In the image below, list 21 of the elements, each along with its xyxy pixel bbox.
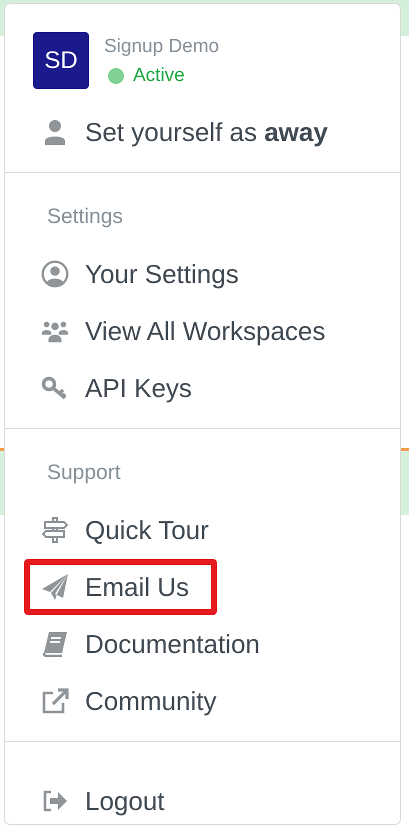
menu-item[interactable]: Logout — [24, 772, 193, 828]
paper-plane-icon — [41, 572, 69, 600]
status-label: Active — [133, 65, 185, 87]
menu-item[interactable]: Your Settings — [24, 246, 267, 302]
avatar: SD — [33, 32, 89, 89]
user-name: Signup Demo — [104, 35, 220, 59]
menu-item[interactable]: Email Us — [24, 558, 218, 614]
menu-item[interactable]: API Keys — [24, 360, 220, 416]
menu-item[interactable]: View All Workspaces — [24, 302, 354, 358]
menu-item[interactable]: Set yourself as away — [24, 104, 356, 160]
menu-item[interactable]: Community — [24, 672, 244, 728]
signpost-icon — [41, 516, 69, 542]
sign-out-icon — [41, 788, 69, 812]
menu-item[interactable]: Quick Tour — [24, 502, 237, 558]
section-label: Support — [47, 460, 122, 486]
menu-item[interactable]: Documentation — [24, 616, 288, 672]
section-label: Settings — [47, 204, 124, 230]
external-link-icon — [41, 688, 69, 714]
book-icon — [41, 630, 69, 656]
key-icon — [41, 376, 69, 400]
user-circle-icon — [41, 260, 69, 288]
